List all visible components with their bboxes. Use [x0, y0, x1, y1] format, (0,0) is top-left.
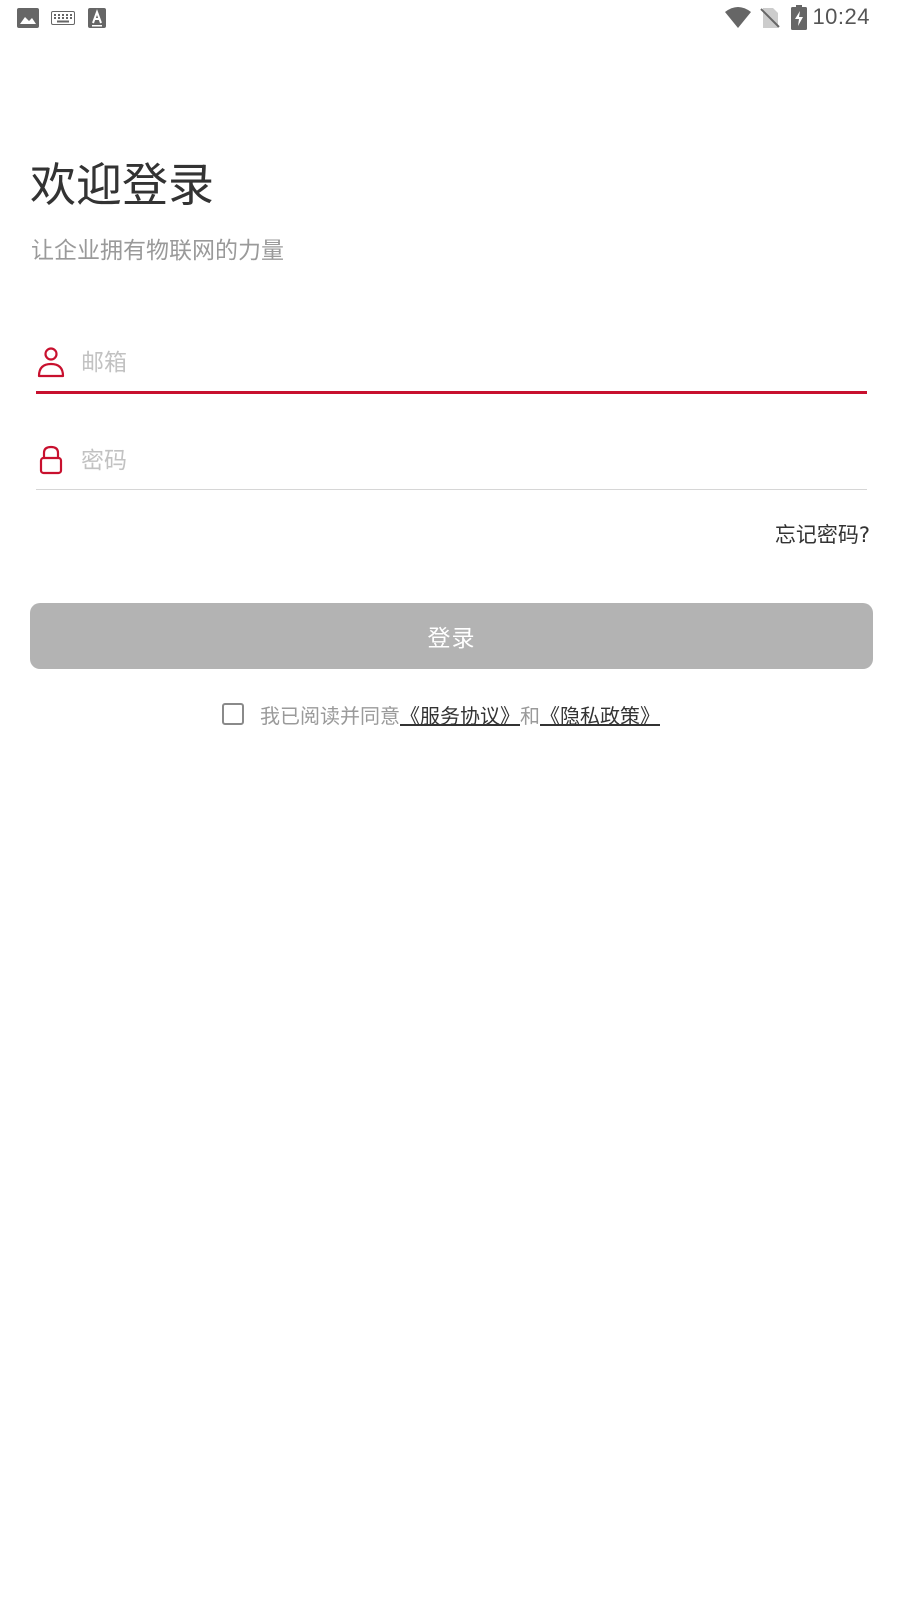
status-bar: 10:24 — [0, 0, 900, 36]
agreement-checkbox[interactable] — [222, 703, 244, 725]
user-icon — [37, 347, 65, 378]
password-input[interactable] — [81, 440, 861, 482]
email-underline — [36, 391, 867, 394]
password-field — [36, 436, 867, 492]
status-time: 10:24 — [812, 4, 870, 29]
email-field — [36, 338, 867, 394]
lock-icon — [39, 445, 63, 475]
forgot-password-link[interactable]: 忘记密码? — [775, 519, 870, 549]
wifi-icon — [725, 7, 751, 28]
agreement-connector: 和 — [520, 703, 540, 728]
agreement-prefix: 我已阅读并同意 — [260, 703, 400, 728]
terms-of-service-link[interactable]: 《服务协议》 — [400, 700, 520, 729]
password-underline — [36, 489, 867, 490]
text-a-icon — [88, 8, 106, 28]
image-icon — [17, 8, 39, 28]
no-sim-icon — [760, 8, 780, 28]
login-button[interactable]: 登录 — [30, 603, 873, 669]
email-input[interactable] — [81, 342, 861, 384]
page-subtitle: 让企业拥有物联网的力量 — [31, 238, 284, 264]
agreement-row: 我已阅读并同意 《服务协议》 和 《隐私政策》 — [222, 699, 660, 729]
keyboard-icon — [51, 11, 75, 25]
login-screen: 10:24 欢迎登录 让企业拥有物联网的力量 忘记密码? 登录 我已阅读并同意 … — [0, 0, 900, 1600]
privacy-policy-link[interactable]: 《隐私政策》 — [540, 700, 660, 729]
page-title: 欢迎登录 — [30, 158, 214, 212]
battery-charging-icon — [791, 5, 807, 30]
